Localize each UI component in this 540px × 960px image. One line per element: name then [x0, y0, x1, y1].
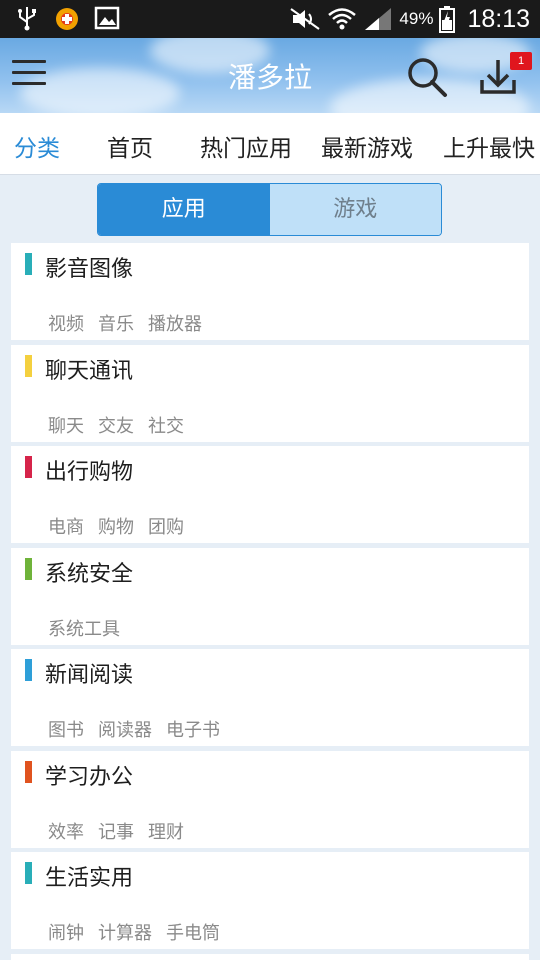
segment-games[interactable]: 游戏 [269, 184, 441, 235]
category-tags: 图书 阅读器 电子书 [48, 716, 234, 742]
tag[interactable]: 系统工具 [48, 619, 120, 640]
mute-icon [290, 8, 320, 30]
download-count-badge: 1 [510, 52, 532, 70]
tag[interactable]: 社交 [148, 416, 184, 437]
tab-popular-apps[interactable]: 热门应用 [200, 129, 292, 163]
category-title: 影音图像 [45, 257, 134, 282]
tag[interactable]: 阅读器 [98, 720, 152, 741]
battery-icon [439, 6, 456, 33]
category-color-bar [25, 659, 32, 681]
tag[interactable]: 电商 [48, 517, 84, 538]
category-tags: 闹钟 计算器 手电筒 [48, 919, 234, 945]
category-list: 影音图像 视频 音乐 播放器 聊天通讯 聊天 交友 社交 出行购物 电商 购物 团购 系统安… [11, 243, 529, 960]
segment-apps[interactable]: 应用 [98, 184, 270, 235]
category-color-bar [25, 557, 32, 580]
wifi-icon [328, 8, 357, 30]
tag[interactable]: 聊天 [48, 416, 84, 437]
category-card-news[interactable]: 新闻阅读 图书 阅读器 电子书 [11, 649, 529, 746]
category-tags: 视频 音乐 播放器 [48, 310, 216, 336]
app-game-switch: 应用 游戏 [97, 183, 442, 236]
search-icon[interactable] [404, 54, 450, 100]
tab-rising-fastest[interactable]: 上升最快 [443, 129, 535, 163]
category-tags: 效率 记事 理财 [48, 818, 198, 844]
tab-home[interactable]: 首页 [107, 129, 153, 163]
tab-new-games[interactable]: 最新游戏 [321, 129, 413, 163]
category-tags: 电商 购物 团购 [48, 513, 198, 539]
battery-percent: 49% [399, 9, 434, 28]
usb-icon [18, 7, 36, 31]
status-bar: 49% 18:13 [0, 0, 540, 38]
category-color-bar [25, 760, 32, 783]
category-title: 学习办公 [45, 764, 134, 790]
tag[interactable]: 播放器 [148, 314, 202, 335]
tag[interactable]: 记事 [98, 822, 134, 843]
category-tags: 系统工具 [48, 615, 134, 641]
category-color-bar [25, 354, 32, 377]
tag[interactable]: 效率 [48, 822, 84, 843]
category-card-system[interactable]: 系统安全 系统工具 [11, 547, 529, 645]
category-title: 系统安全 [45, 561, 134, 587]
tag[interactable]: 团购 [148, 517, 184, 538]
clock: 18:13 [467, 4, 530, 33]
category-tags: 聊天 交友 社交 [48, 412, 198, 438]
image-icon [94, 6, 120, 30]
tag[interactable]: 交友 [98, 416, 134, 437]
category-card-partial[interactable] [11, 953, 529, 960]
category-card-chat[interactable]: 聊天通讯 聊天 交友 社交 [11, 344, 529, 442]
category-card-media[interactable]: 影音图像 视频 音乐 播放器 [11, 243, 529, 340]
page-title: 潘多拉 [227, 61, 312, 94]
tag[interactable]: 购物 [98, 517, 134, 538]
tag[interactable]: 视频 [48, 314, 84, 335]
tag[interactable]: 电子书 [166, 720, 220, 741]
signal-icon [365, 8, 392, 30]
category-tabs: 分类 首页 热门应用 最新游戏 上升最快 [0, 113, 540, 175]
tag[interactable]: 手电筒 [166, 923, 220, 944]
category-color-bar [25, 253, 32, 275]
category-card-office[interactable]: 学习办公 效率 记事 理财 [11, 750, 529, 848]
app-notification-icon [56, 8, 78, 30]
category-card-shopping[interactable]: 出行购物 电商 购物 团购 [11, 446, 529, 543]
app-header: 潘多拉 [0, 38, 540, 113]
category-color-bar [25, 456, 32, 478]
category-title: 生活实用 [45, 866, 134, 891]
tab-categories[interactable]: 分类 [14, 129, 60, 163]
tag[interactable]: 闹钟 [48, 923, 84, 944]
category-color-bar [25, 862, 32, 884]
category-card-life[interactable]: 生活实用 闹钟 计算器 手电筒 [11, 852, 529, 949]
tag[interactable]: 理财 [148, 822, 184, 843]
category-title: 聊天通讯 [45, 358, 134, 384]
category-title: 出行购物 [45, 460, 134, 485]
category-title: 新闻阅读 [45, 663, 134, 688]
tag[interactable]: 图书 [48, 720, 84, 741]
tag[interactable]: 计算器 [98, 923, 152, 944]
tag[interactable]: 音乐 [98, 314, 134, 335]
